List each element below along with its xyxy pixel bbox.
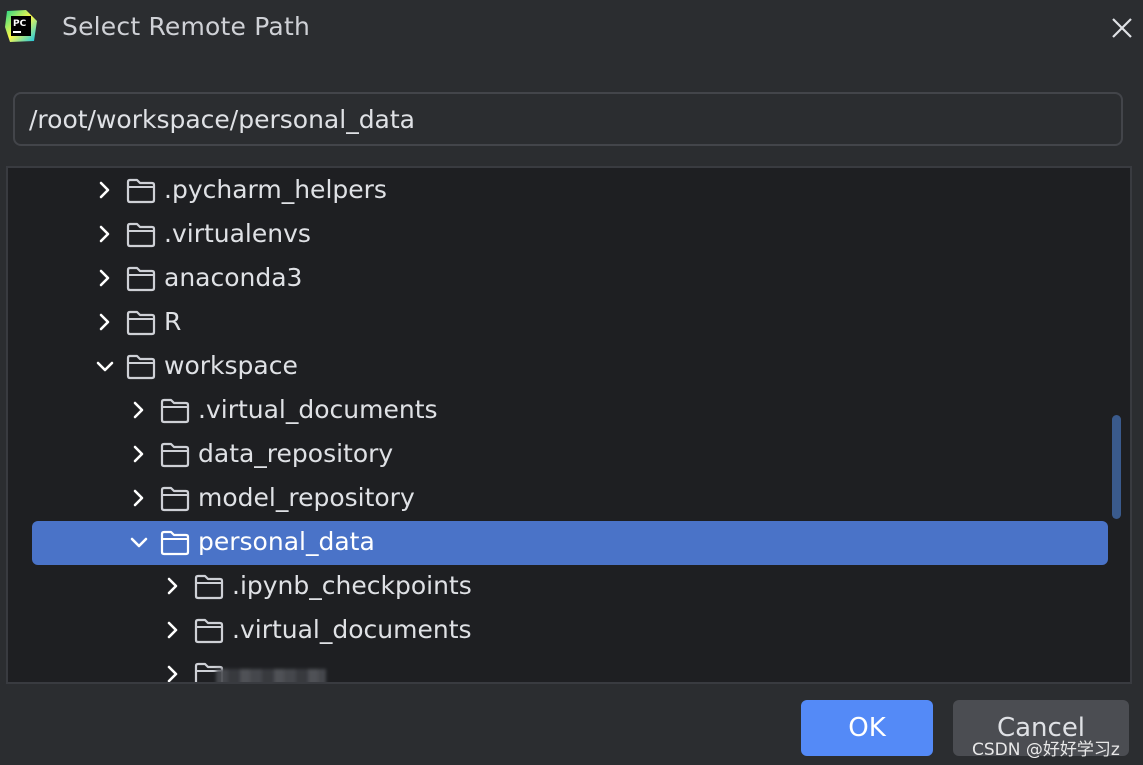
folder-icon	[194, 618, 224, 644]
title-bar: PC Select Remote Path	[0, 0, 1143, 56]
chevron-down-icon[interactable]	[128, 531, 150, 553]
tree-item-label: model_repository	[198, 481, 415, 515]
tree-item[interactable]: .virtual_documents	[32, 609, 1108, 653]
watermark: CSDN @好好学习z	[972, 735, 1120, 760]
select-remote-path-dialog: PC Select Remote Path .pycharm_helpers .v…	[0, 0, 1143, 765]
close-icon[interactable]	[1106, 12, 1138, 44]
tree-item[interactable]: .ipynb_checkpoints	[32, 565, 1108, 609]
obscured-label	[216, 669, 326, 684]
tree-item-label: data_repository	[198, 437, 393, 471]
tree-item-label: R	[164, 305, 181, 339]
folder-icon	[160, 398, 190, 424]
chevron-right-icon[interactable]	[94, 223, 116, 245]
tree-item[interactable]: .pycharm_helpers	[32, 169, 1108, 213]
path-field	[13, 92, 1123, 146]
tree-item[interactable]: .virtual_documents	[32, 389, 1108, 433]
tree-item-label: .ipynb_checkpoints	[232, 569, 472, 603]
chevron-right-icon[interactable]	[94, 267, 116, 289]
tree-item[interactable]: .virtualenvs	[32, 213, 1108, 257]
tree-scrollbar[interactable]	[1112, 415, 1121, 519]
tree-item-label: workspace	[164, 349, 298, 383]
folder-icon	[160, 442, 190, 468]
folder-icon	[126, 178, 156, 204]
folder-icon	[160, 530, 190, 556]
file-tree: .pycharm_helpers .virtualenvs anaconda3 Rwo…	[6, 166, 1132, 684]
tree-item[interactable]: workspace	[32, 345, 1108, 389]
folder-icon	[194, 574, 224, 600]
chevron-right-icon[interactable]	[162, 663, 184, 684]
tree-item[interactable]: anaconda3	[32, 257, 1108, 301]
chevron-down-icon[interactable]	[94, 355, 116, 377]
path-input[interactable]	[29, 94, 1099, 144]
chevron-right-icon[interactable]	[128, 399, 150, 421]
chevron-right-icon[interactable]	[94, 311, 116, 333]
tree-item-label: .virtual_documents	[232, 613, 472, 647]
chevron-right-icon[interactable]	[162, 575, 184, 597]
tree-item[interactable]	[32, 653, 1108, 684]
tree-item[interactable]: data_repository	[32, 433, 1108, 477]
tree-item-label: anaconda3	[164, 261, 302, 295]
tree-item-label: .virtualenvs	[164, 217, 311, 251]
chevron-right-icon[interactable]	[128, 487, 150, 509]
tree-item[interactable]: model_repository	[32, 477, 1108, 521]
tree-item-label: personal_data	[198, 525, 375, 559]
svg-text:PC: PC	[13, 19, 27, 29]
tree-item-label: .virtual_documents	[198, 393, 438, 427]
pycharm-logo-icon: PC	[4, 9, 38, 43]
folder-icon	[126, 222, 156, 248]
folder-icon	[126, 266, 156, 292]
chevron-right-icon[interactable]	[162, 619, 184, 641]
dialog-title: Select Remote Path	[62, 12, 310, 41]
tree-item[interactable]: personal_data	[32, 521, 1108, 565]
tree-item[interactable]: R	[32, 301, 1108, 345]
chevron-right-icon[interactable]	[128, 443, 150, 465]
folder-icon	[126, 310, 156, 336]
folder-icon	[160, 486, 190, 512]
tree-item-label: .pycharm_helpers	[164, 173, 387, 207]
chevron-right-icon[interactable]	[94, 179, 116, 201]
folder-icon	[126, 354, 156, 380]
ok-button[interactable]: OK	[801, 700, 933, 756]
